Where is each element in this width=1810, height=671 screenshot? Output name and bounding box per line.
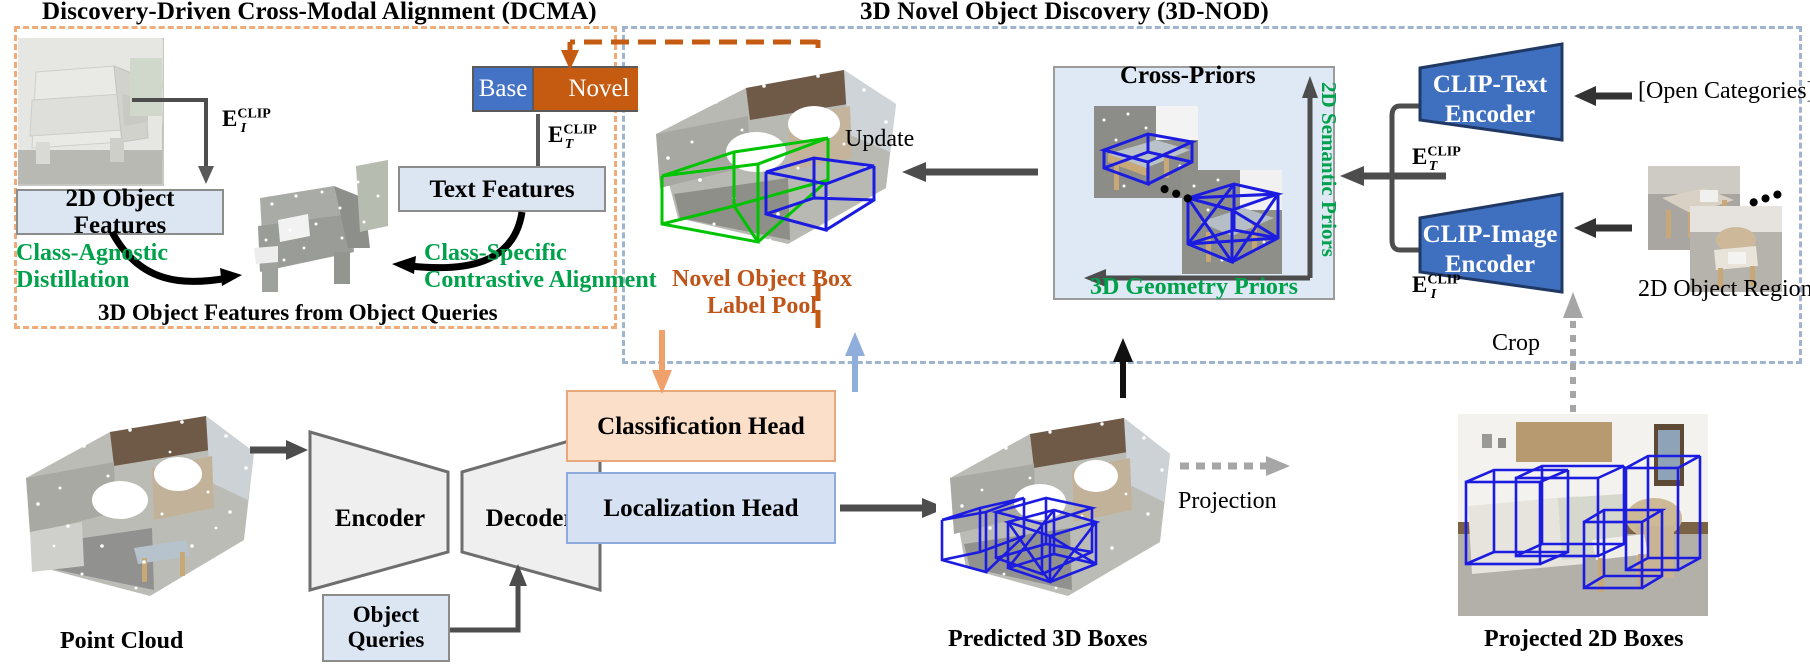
update-label: Update — [845, 126, 915, 152]
decoder-label-text: Decoder — [486, 505, 575, 532]
box-localization-head: Localization Head — [566, 472, 836, 544]
novel-object-box-label: Novel Object Box Label Pool — [672, 266, 852, 319]
object-regions-label: 2D Object Regions — [1638, 276, 1810, 302]
point-cloud-input — [10, 396, 260, 622]
crop-label: Crop — [1492, 330, 1540, 356]
image-encoder-math-label: ECLIPI — [222, 106, 271, 136]
encoder-block: Encoder — [308, 430, 450, 592]
text-encoder-math-label: ECLIPT — [548, 122, 597, 152]
encoder-label-text: Encoder — [335, 505, 425, 532]
clip-text-encoder-line2: Encoder — [1445, 101, 1535, 128]
arrow-localization-to-boxes — [840, 498, 946, 518]
arrow-classification-to-nod — [845, 332, 865, 392]
predicted-boxes-label: Predicted 3D Boxes — [948, 626, 1148, 652]
arrow-label-pool-to-classification — [652, 330, 672, 394]
projection-label: Projection — [1178, 488, 1277, 514]
open-categories-label: [Open Categories] — [1638, 78, 1810, 104]
arrow-queries-to-decoder — [450, 564, 527, 633]
arrow-projection — [1180, 456, 1290, 476]
base-label: Base — [478, 75, 528, 102]
point-cloud-chair-3d — [238, 152, 390, 306]
class-specific-label: Class-Specific Contrastive Alignment — [424, 240, 657, 293]
dcma-title: Discovery-Driven Cross-Modal Alignment (… — [42, 0, 597, 25]
classification-head-label: Classification Head — [597, 412, 805, 440]
predicted-3d-boxes-scene — [936, 402, 1176, 620]
image-encoder-output-math: ECLIPI — [1412, 272, 1461, 302]
clip-text-encoder: CLIP-Text Encoder — [1418, 42, 1564, 142]
arrow-boxes-to-nod — [1113, 338, 1133, 398]
object-queries-line2: Queries — [347, 627, 425, 652]
base-segment: Base — [472, 66, 534, 112]
arrow-image-encoder — [132, 98, 214, 184]
clip-image-encoder-line1: CLIP-Image — [1423, 221, 1558, 248]
box-text-features: Text Features — [398, 166, 606, 212]
novel-object-box-scene — [638, 48, 908, 270]
dcma-footer-label: 3D Object Features from Object Queries — [98, 300, 498, 325]
cross-priors-axes — [1084, 76, 1318, 287]
object-queries-line1: Object — [352, 602, 420, 628]
text-encoder-output-math: ECLIPT — [1412, 144, 1461, 174]
class-agnostic-label: Class-Agnostic Distillation — [16, 240, 169, 293]
projected-2d-boxes-image — [1458, 414, 1708, 616]
box-2d-object-features: 2D Object Features — [16, 185, 224, 239]
nod-title: 3D Novel Object Discovery (3D-NOD) — [860, 0, 1269, 25]
point-cloud-label: Point Cloud — [60, 628, 184, 654]
localization-head-label: Localization Head — [603, 494, 799, 522]
arrow-pointcloud-to-encoder — [250, 440, 308, 460]
arrow-update — [902, 162, 1038, 182]
clip-text-encoder-line1: CLIP-Text — [1433, 71, 1548, 98]
box-object-queries: Object Queries — [322, 594, 450, 662]
geometry-priors-label: 3D Geometry Priors — [1090, 274, 1298, 300]
arrow-open-categories — [1574, 86, 1632, 106]
novel-label: Novel — [568, 75, 630, 102]
arrow-crop — [1563, 292, 1583, 412]
box-text-features-label: Text Features — [429, 175, 575, 203]
box-classification-head: Classification Head — [566, 390, 836, 462]
arrow-object-regions — [1574, 218, 1632, 238]
projected-boxes-label: Projected 2D Boxes — [1484, 626, 1684, 652]
